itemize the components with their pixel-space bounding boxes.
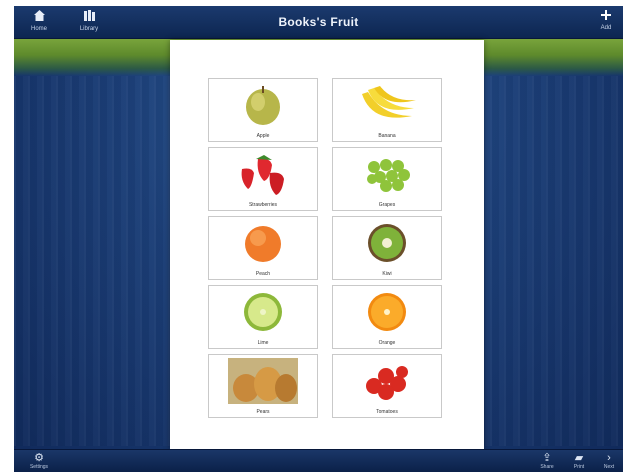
- card-banana[interactable]: Banana: [332, 78, 442, 142]
- share-button[interactable]: ⇪ Share: [534, 452, 560, 472]
- card-pears[interactable]: Pears: [208, 354, 318, 418]
- card-label: Lime: [257, 340, 269, 346]
- top-toolbar: Home Library Books's Fruit Add: [14, 6, 623, 39]
- settings-button-label: Settings: [29, 464, 49, 470]
- card-label: Apple: [256, 133, 270, 139]
- add-button[interactable]: Add: [591, 9, 621, 37]
- next-button[interactable]: › Next: [596, 452, 622, 472]
- kiwi-icon: [368, 224, 406, 262]
- next-button-label: Next: [603, 464, 615, 470]
- bottom-toolbar: ⚙ Settings ⇪ Share ▰ Print › Next: [14, 449, 623, 472]
- gear-icon: ⚙: [34, 452, 44, 464]
- page-title: Books's Fruit: [278, 15, 359, 29]
- strawberry-icon: [241, 155, 284, 195]
- card-apple[interactable]: Apple: [208, 78, 318, 142]
- settings-button[interactable]: ⚙ Settings: [26, 452, 52, 472]
- lime-icon: [244, 293, 282, 331]
- apple-icon: [246, 86, 280, 125]
- pear-icon: [228, 358, 298, 404]
- card-label: Pears: [256, 409, 270, 415]
- app-screen: Home Library Books's Fruit Add Apple Ban…: [14, 6, 623, 472]
- share-icon: ⇪: [542, 452, 552, 464]
- card-label: Banana: [378, 133, 396, 139]
- book-page: Apple Banana Strawberries Grapes Peach K…: [170, 40, 484, 450]
- card-label: Orange: [378, 340, 396, 346]
- card-label: Grapes: [378, 202, 396, 208]
- share-button-label: Share: [540, 464, 554, 470]
- card-strawberries[interactable]: Strawberries: [208, 147, 318, 211]
- card-label: Kiwi: [382, 271, 392, 277]
- grapes-icon: [367, 159, 410, 192]
- card-label: Tomatoes: [376, 409, 398, 415]
- card-kiwi[interactable]: Kiwi: [332, 216, 442, 280]
- print-button-label: Print: [573, 464, 585, 470]
- card-grapes[interactable]: Grapes: [332, 147, 442, 211]
- print-icon: ▰: [574, 452, 584, 464]
- add-button-label: Add: [600, 25, 612, 31]
- card-lime[interactable]: Lime: [208, 285, 318, 349]
- plus-icon: [591, 9, 621, 24]
- print-button[interactable]: ▰ Print: [566, 452, 592, 472]
- chevron-right-icon: ›: [607, 452, 611, 464]
- card-orange[interactable]: Orange: [332, 285, 442, 349]
- peach-icon: [245, 226, 281, 262]
- tomato-icon: [366, 366, 408, 400]
- card-label: Strawberries: [248, 202, 278, 208]
- card-tomatoes[interactable]: Tomatoes: [332, 354, 442, 418]
- card-peach[interactable]: Peach: [208, 216, 318, 280]
- orange-icon: [368, 293, 406, 331]
- card-label: Peach: [255, 271, 271, 277]
- banana-icon: [362, 86, 416, 118]
